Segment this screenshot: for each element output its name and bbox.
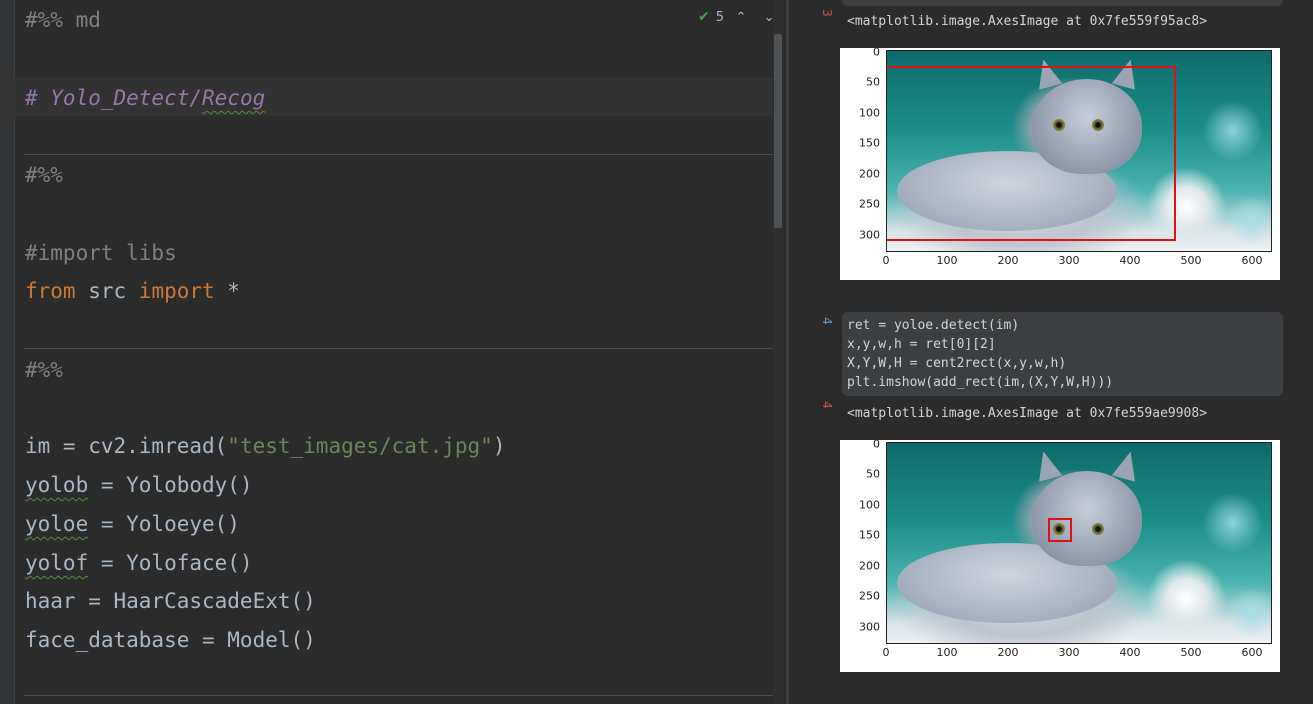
cell-separator (24, 154, 784, 155)
inspection-widget[interactable]: ✔ 5 ⌃ ⌄ (698, 8, 780, 26)
image-axes (886, 50, 1272, 252)
code-line[interactable]: yoloe = Yoloeye() (25, 509, 240, 539)
code-line[interactable]: yolob = Yolobody() (25, 470, 253, 500)
y-tick-label: 300 (859, 228, 880, 242)
y-tick-label: 0 (873, 437, 880, 451)
x-tick-label: 200 (997, 254, 1019, 267)
y-tick-label: 200 (859, 167, 880, 181)
variable: yoloe (25, 512, 89, 536)
code-line[interactable]: #%% md (25, 5, 101, 35)
code-line[interactable]: #import libs (25, 238, 177, 268)
keyword: from (25, 279, 76, 303)
cat-eye (1092, 523, 1104, 535)
plot-cell-4: 0 50 100 150 200 250 300 0 100 200 300 4… (840, 437, 1280, 672)
line-text: # Yolo_Detect/ (25, 86, 203, 110)
y-tick-label: 300 (859, 620, 880, 634)
string-literal: "test_images/cat.jpg" (227, 434, 493, 458)
line-text: #import libs (25, 241, 177, 265)
line-text: #%% md (25, 8, 101, 32)
cell-4-output-repr: <matplotlib.image.AxesImage at 0x7fe559a… (847, 406, 1208, 421)
cell-4-output-label: 4 (819, 401, 834, 409)
code-line[interactable]: #%% (25, 160, 63, 190)
code-line[interactable]: face_database = Model() (25, 625, 316, 655)
x-tick-label: 100 (936, 646, 958, 659)
code-line[interactable]: yolof = Yoloface() (25, 548, 253, 578)
previous-code-cell (842, 0, 1283, 6)
code-editor[interactable]: ✔ 5 ⌃ ⌄ #%% md # Yolo_Detect/Recog #%% #… (0, 0, 786, 704)
line-text: src (75, 279, 139, 303)
variable: yolof (25, 551, 89, 575)
code-line[interactable]: haar = HaarCascadeExt() (25, 586, 316, 616)
x-tick-label: 400 (1119, 646, 1141, 659)
x-tick-label: 200 (997, 646, 1019, 659)
plot-cell-3: 0 50 100 150 200 250 300 0 100 200 300 4… (840, 45, 1280, 280)
code-line: x,y,w,h = ret[0][2] (847, 337, 996, 352)
y-tick-label: 150 (859, 136, 880, 150)
cell-separator (24, 348, 784, 349)
y-tick-label: 100 (859, 498, 880, 512)
cell-separator (24, 695, 784, 696)
code-line: X,Y,W,H = cent2rect(x,y,w,h) (847, 356, 1067, 371)
editor-gutter (0, 0, 15, 704)
y-tick-label: 150 (859, 528, 880, 542)
line-text-squiggle: Recog (202, 86, 266, 110)
x-tick-label: 600 (1241, 646, 1263, 659)
cell-3-output-label: 3 (819, 9, 834, 17)
code-line: ret = yoloe.detect(im) (847, 318, 1020, 333)
check-icon: ✔ (698, 9, 710, 25)
line-text: = Yolobody() (88, 473, 253, 497)
line-text: ) (492, 434, 506, 458)
line-text: haar = HaarCascadeExt() (25, 589, 316, 613)
y-tick-label: 250 (859, 197, 880, 211)
x-tick-label: 100 (936, 254, 958, 267)
y-tick-label: 100 (859, 106, 880, 120)
line-text: * (214, 279, 240, 303)
code-line[interactable]: im = cv2.imread("test_images/cat.jpg") (25, 431, 505, 461)
keyword: import (138, 279, 215, 303)
line-text: = Yoloface() (88, 551, 253, 575)
code-line: plt.imshow(add_rect(im,(X,Y,W,H))) (847, 375, 1114, 390)
cat-image (887, 443, 1271, 643)
y-tick-label: 50 (866, 467, 880, 481)
line-text: #%% (25, 163, 63, 187)
line-text: #%% (25, 358, 63, 382)
editor-scrollbar-thumb[interactable] (774, 34, 782, 228)
x-tick-label: 400 (1119, 254, 1141, 267)
code-line[interactable]: #%% (25, 355, 63, 385)
y-tick-label: 250 (859, 589, 880, 603)
cat-ear (1031, 448, 1063, 482)
y-tick-label: 50 (866, 75, 880, 89)
code-line[interactable]: from src import * (25, 276, 240, 306)
x-tick-label: 300 (1058, 254, 1080, 267)
x-tick-label: 600 (1241, 254, 1263, 267)
line-text: face_database = Model() (25, 628, 316, 652)
chevron-up-icon[interactable]: ⌃ (730, 10, 752, 25)
inspection-count: 5 (715, 9, 725, 25)
code-line[interactable]: # Yolo_Detect/Recog (25, 83, 265, 113)
cat-ear (1111, 448, 1143, 482)
cell-4-input-label: 4 (819, 317, 834, 325)
image-axes (886, 442, 1272, 644)
x-tick-label: 500 (1180, 646, 1202, 659)
x-tick-label: 0 (882, 254, 890, 267)
x-tick-label: 500 (1180, 254, 1202, 267)
detection-box-eye (1048, 518, 1072, 542)
line-text: im = cv2.imread( (25, 434, 228, 458)
y-tick-label: 200 (859, 559, 880, 573)
cell-3-output-repr: <matplotlib.image.AxesImage at 0x7fe559f… (847, 14, 1208, 29)
code-cell-4[interactable]: ret = yoloe.detect(im) x,y,w,h = ret[0][… (842, 312, 1283, 396)
x-tick-label: 300 (1058, 646, 1080, 659)
variable: yolob (25, 473, 89, 497)
y-tick-label: 0 (873, 45, 880, 59)
x-tick-label: 0 (882, 646, 890, 659)
detection-box-body (887, 66, 1176, 241)
line-text: = Yoloeye() (88, 512, 240, 536)
